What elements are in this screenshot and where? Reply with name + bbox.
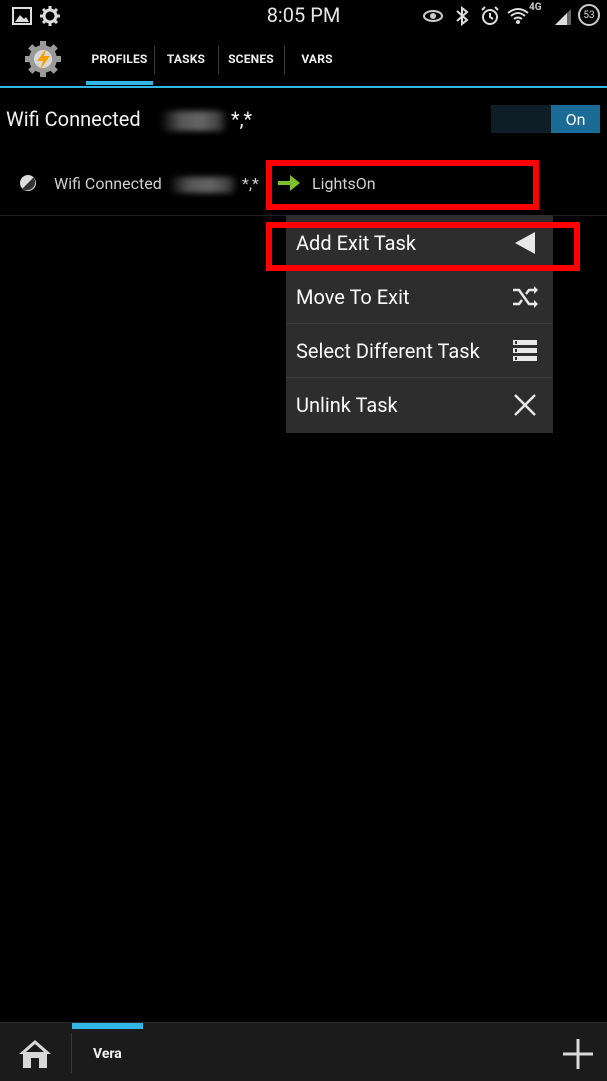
redacted-context-ssid [168, 177, 238, 193]
active-tab-indicator [86, 81, 153, 85]
context-label[interactable]: Wifi Connected [54, 174, 162, 193]
network-type: 4G [529, 2, 542, 13]
action-bar: PROFILES TASKS SCENES VARS [0, 32, 607, 88]
alarm-icon [481, 6, 499, 25]
list-icon [513, 340, 537, 361]
tab-scenes[interactable]: SCENES [219, 32, 283, 86]
context-label-suffix: *,* [242, 174, 259, 193]
project-tab-vera[interactable]: Vera [93, 1046, 122, 1062]
profile-name-suffix: *,* [231, 107, 253, 131]
menu-item-select-different-task[interactable]: Select Different Task [286, 324, 553, 378]
battery-indicator: 53 [578, 4, 600, 26]
profile-name[interactable]: Wifi Connected [6, 107, 141, 131]
tab-profiles[interactable]: PROFILES [86, 32, 153, 86]
wifi-icon [507, 8, 529, 24]
highlight-box-task [266, 160, 539, 210]
redacted-ssid [160, 111, 228, 131]
menu-item-label: Move To Exit [296, 285, 410, 309]
add-icon[interactable] [561, 1037, 595, 1071]
tab-tasks[interactable]: TASKS [155, 32, 217, 86]
bluetooth-icon [456, 6, 469, 26]
highlight-box-add-exit-task [266, 222, 580, 271]
menu-item-unlink-task[interactable]: Unlink Task [286, 378, 553, 432]
menu-item-move-to-exit[interactable]: Move To Exit [286, 270, 553, 324]
eye-icon [423, 10, 443, 22]
active-project-indicator [72, 1023, 143, 1029]
shuffle-icon [513, 286, 538, 308]
signal-icon [555, 9, 571, 25]
status-bar: 8:05 PM 4G 53 [0, 0, 607, 32]
menu-item-label: Select Different Task [296, 339, 480, 363]
state-context-icon [20, 175, 36, 191]
menu-item-label: Unlink Task [296, 393, 398, 417]
bottom-divider [71, 1033, 72, 1073]
profile-toggle-on[interactable]: On [551, 105, 600, 133]
close-icon [514, 394, 536, 416]
bottom-bar: Vera [0, 1022, 607, 1081]
tasker-app-icon[interactable] [24, 40, 62, 78]
home-icon[interactable] [18, 1038, 52, 1070]
tab-vars[interactable]: VARS [285, 32, 349, 86]
